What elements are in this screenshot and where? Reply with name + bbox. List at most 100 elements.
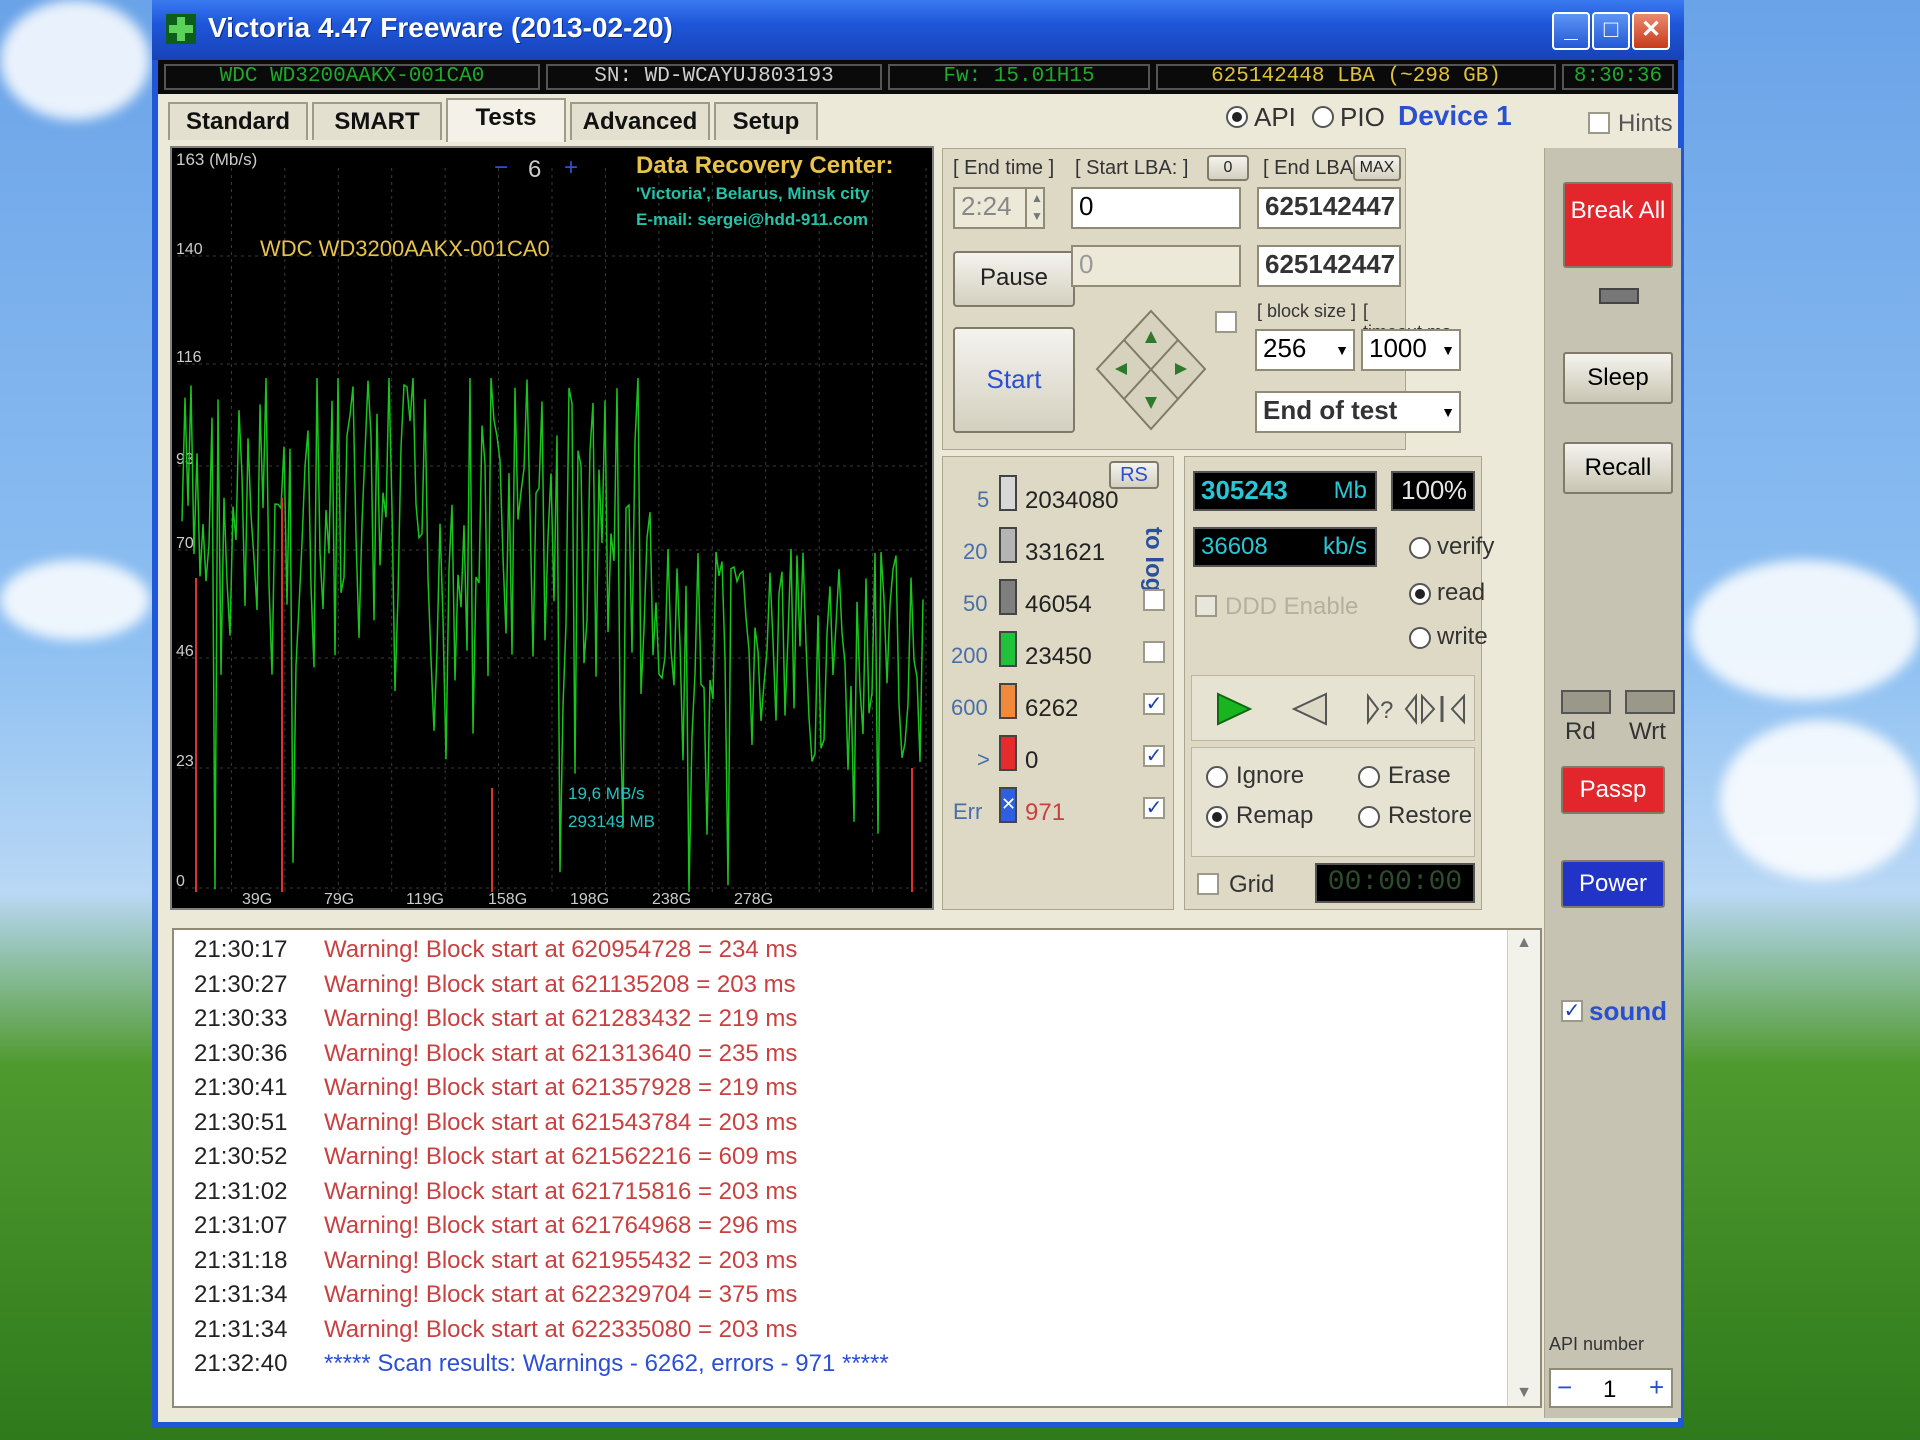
scale-plus-button[interactable]: + <box>564 154 578 182</box>
remap-radio[interactable] <box>1206 806 1228 828</box>
api-plus-button[interactable]: + <box>1649 1372 1664 1403</box>
start-button[interactable]: Start <box>953 327 1075 433</box>
end-time-label: [ End time ] <box>953 157 1055 179</box>
ddd-enable-checkbox[interactable] <box>1195 595 1217 617</box>
y-tick-label: 116 <box>176 349 202 366</box>
erase-label: Erase <box>1388 762 1451 789</box>
close-button[interactable]: ✕ <box>1632 12 1670 50</box>
skip-end-icon[interactable] <box>1416 688 1472 730</box>
end-lba-field[interactable]: 625142447 <box>1257 187 1401 229</box>
log-checkbox[interactable]: ✓ <box>1143 797 1165 819</box>
scroll-up-icon[interactable]: ▲ <box>1508 934 1540 952</box>
log-entry: 21:30:52 Warning! Block start at 62156221… <box>194 1143 797 1171</box>
sleep-button[interactable]: Sleep <box>1563 352 1673 404</box>
end-action-select[interactable]: End of test <box>1255 391 1461 433</box>
tab-standard[interactable]: Standard <box>168 102 308 140</box>
title-bar[interactable]: Victoria 4.47 Freeware (2013-02-20) _ □ … <box>152 0 1684 60</box>
api-minus-button[interactable]: − <box>1557 1372 1572 1403</box>
counter-color-swatch <box>999 683 1017 719</box>
log-panel[interactable]: 21:30:17 Warning! Block start at 62095472… <box>172 928 1542 1408</box>
counter-label: 200 <box>951 643 988 668</box>
log-entry: 21:30:17 Warning! Block start at 62095472… <box>194 936 797 964</box>
log-scrollbar[interactable]: ▲ ▼ <box>1507 930 1540 1406</box>
log-message: Warning! Block start at 621764968 = 296 … <box>324 1212 798 1239</box>
tab-setup[interactable]: Setup <box>714 102 818 140</box>
ignore-radio[interactable] <box>1206 766 1228 788</box>
scale-minus-button[interactable]: − <box>494 154 508 182</box>
start-lba-label: [ Start LBA: ] <box>1075 157 1189 179</box>
log-entry: 21:30:51 Warning! Block start at 62154378… <box>194 1109 797 1137</box>
drive-model: WDC WD3200AAKX-001CA0 <box>164 64 540 90</box>
power-button[interactable]: Power <box>1561 860 1665 908</box>
lba-panel: [ End time ] 2:24 ▲ ▼ [ Start LBA: ] 0 [ … <box>942 148 1461 450</box>
log-entry: 21:31:02 Warning! Block start at 62171581… <box>194 1178 797 1206</box>
end-lba-max-button[interactable]: MAX <box>1353 155 1401 181</box>
tab-smart[interactable]: SMART <box>312 102 442 140</box>
log-time: 21:30:17 <box>194 936 288 963</box>
wrt-indicator <box>1625 690 1675 714</box>
log-checkbox[interactable] <box>1143 589 1165 611</box>
device-label[interactable]: Device 1 <box>1398 100 1512 132</box>
pio-radio[interactable] <box>1312 106 1334 128</box>
minimize-button[interactable]: _ <box>1552 12 1590 50</box>
counter-value: 0 <box>1025 747 1039 774</box>
counters-panel: RS to log: 5 2034080 20 331621 50 46054 200 234… <box>942 456 1174 910</box>
maximize-button[interactable]: □ <box>1592 12 1630 50</box>
log-message: Warning! Block start at 621955432 = 203 … <box>324 1246 798 1274</box>
hints-checkbox[interactable] <box>1588 112 1610 134</box>
log-entry: 21:30:33 Warning! Block start at 62128343… <box>194 1005 797 1033</box>
log-checkbox[interactable]: ✓ <box>1143 693 1165 715</box>
api-number-value: 1 <box>1603 1376 1617 1403</box>
write-label: write <box>1437 623 1488 650</box>
passp-button[interactable]: Passp <box>1561 766 1665 814</box>
app-cross-icon <box>166 14 196 44</box>
pad-checkbox[interactable] <box>1215 311 1237 333</box>
log-time: 21:31:02 <box>194 1177 288 1205</box>
log-message: Warning! Block start at 620954728 = 234 … <box>324 936 798 963</box>
x-tick-label: 158G <box>488 891 527 908</box>
api-radio[interactable] <box>1226 106 1248 128</box>
erase-radio[interactable] <box>1358 766 1380 788</box>
timeout-dropdown-icon[interactable]: ▼ <box>1437 331 1459 369</box>
counter-label: 50 <box>963 591 988 616</box>
sound-label: sound <box>1589 996 1667 1026</box>
read-radio[interactable] <box>1409 583 1431 605</box>
start-lba-field[interactable]: 0 <box>1071 187 1241 229</box>
y-tick-label: 140 <box>176 241 203 258</box>
verify-radio[interactable] <box>1409 537 1431 559</box>
break-all-button[interactable]: Break All <box>1563 182 1673 268</box>
write-radio[interactable] <box>1409 627 1431 649</box>
x-tick-label: 39G <box>242 891 272 908</box>
mb-display: 305243 Mb <box>1193 471 1377 511</box>
seek-unknown-icon[interactable]: ? <box>1364 688 1420 730</box>
scroll-down-icon[interactable]: ▼ <box>1508 1384 1540 1402</box>
api-number-stepper[interactable]: − 1 + <box>1549 1368 1673 1408</box>
counter-label: 20 <box>963 539 988 564</box>
end-lba-readout: 625142447 <box>1257 245 1401 287</box>
pause-button[interactable]: Pause <box>953 251 1075 307</box>
direction-pad-icon[interactable] <box>1093 307 1209 437</box>
grid-checkbox[interactable] <box>1197 873 1219 895</box>
svg-text:?: ? <box>1380 697 1393 724</box>
end-time-spinner[interactable]: ▲ ▼ <box>1025 189 1047 227</box>
back-icon[interactable] <box>1286 688 1336 730</box>
end-action-dropdown-icon[interactable]: ▼ <box>1437 393 1459 431</box>
log-checkbox[interactable]: ✓ <box>1143 745 1165 767</box>
tab-advanced[interactable]: Advanced <box>570 102 710 140</box>
log-checkbox[interactable] <box>1143 641 1165 663</box>
graph-drive-label: WDC WD3200AAKX-001CA0 <box>260 236 550 261</box>
log-message: Warning! Block start at 621715816 = 203 … <box>324 1177 798 1205</box>
drive-lba: 625142448 LBA (~298 GB) <box>1156 64 1556 90</box>
clock: 8:30:36 <box>1562 64 1674 90</box>
restore-radio[interactable] <box>1358 806 1380 828</box>
play-icon[interactable] <box>1208 688 1258 730</box>
reset-stats-button[interactable]: RS <box>1109 461 1159 489</box>
block-size-dropdown-icon[interactable]: ▼ <box>1331 331 1353 369</box>
y-tick-label: 93 <box>176 451 194 468</box>
sound-checkbox[interactable]: ✓ <box>1561 1000 1583 1022</box>
start-lba-reset-button[interactable]: 0 <box>1207 155 1249 181</box>
tab-tests[interactable]: Tests <box>446 98 566 142</box>
counter-color-swatch <box>999 631 1017 667</box>
status-panel: 305243 Mb 100 % 36608 kb/s verify read w… <box>1184 456 1494 910</box>
recall-button[interactable]: Recall <box>1563 442 1673 494</box>
